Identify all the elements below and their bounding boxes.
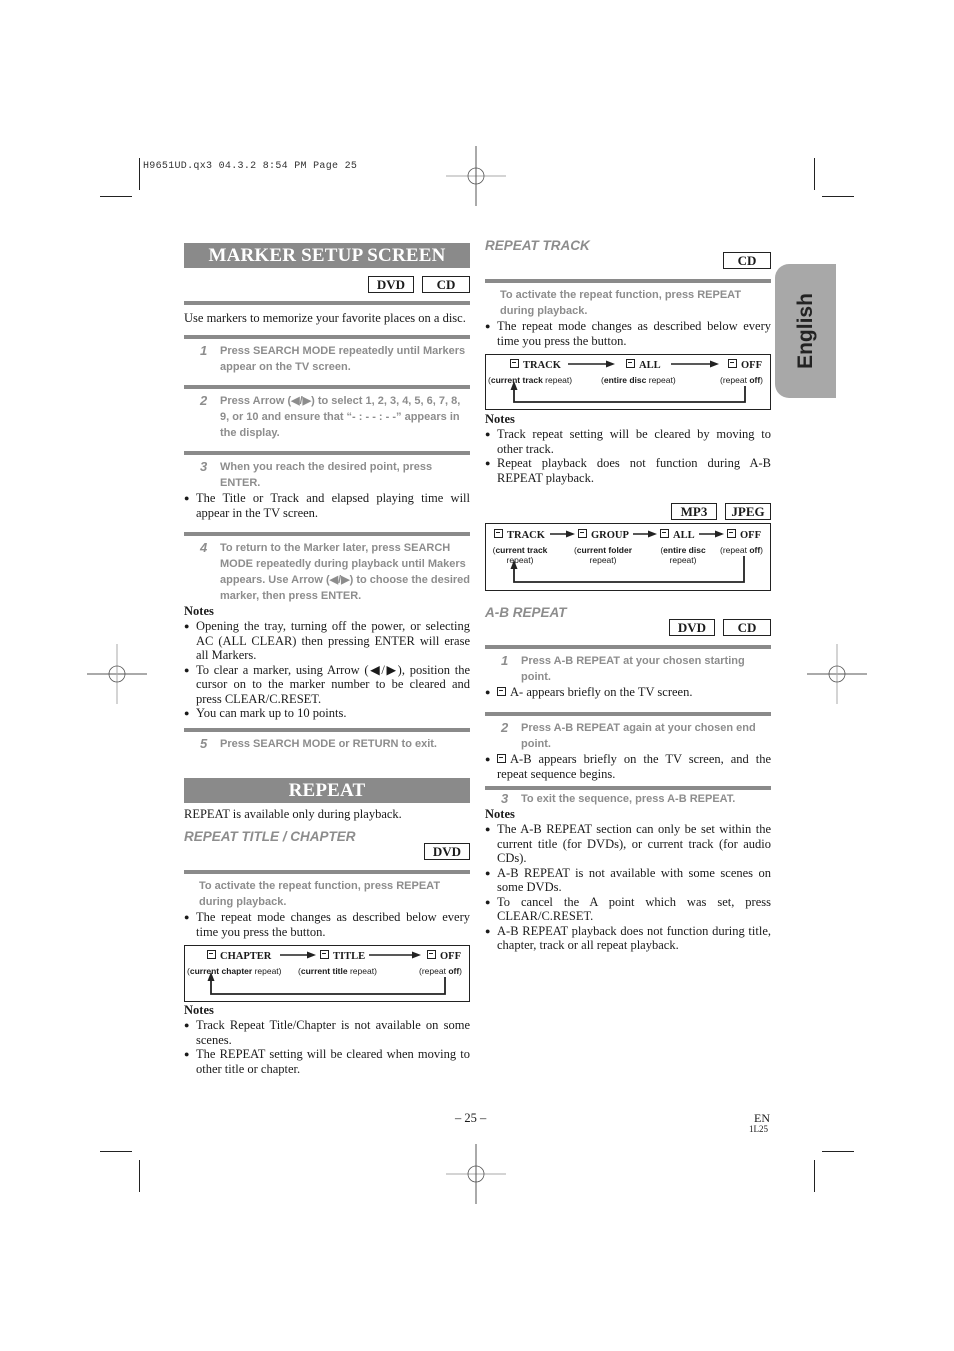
- divider: [184, 335, 470, 339]
- divider: [485, 786, 771, 790]
- bullet-item: ● A-B appears briefly on the TV screen, a…: [485, 752, 771, 781]
- marker-step-5: 5 Press SEARCH MODE or RETURN to exit.: [200, 736, 437, 751]
- crop-mark: [814, 1160, 815, 1192]
- badge-jpeg: JPEG: [725, 503, 771, 520]
- badge-cd: CD: [723, 252, 771, 269]
- section-title-repeat: REPEAT: [184, 778, 470, 803]
- divider: [184, 532, 470, 536]
- repeat-icon: [497, 687, 506, 696]
- ab-step-3: 3 To exit the sequence, press A-B REPEAT.: [501, 791, 736, 806]
- registration-mark-icon: [446, 1144, 506, 1204]
- repeat-title-chapter-diagram: CHAPTER TITLE OFF (current chapter repea…: [184, 945, 470, 1002]
- repeat-track-diagram: TRACK ALL OFF (current track repeat) (en…: [485, 354, 771, 410]
- crop-mark: [814, 158, 815, 190]
- registration-mark-icon: [87, 644, 147, 704]
- marker-step-1: 1 Press SEARCH MODE repeatedly until Mark…: [200, 343, 466, 373]
- right-column: REPEAT TRACK CD To activate the repeat f…: [485, 238, 771, 953]
- note-item: ● Track Repeat Title/Chapter is not avail…: [184, 1018, 470, 1047]
- marker-intro: Use markers to memorize your favorite pl…: [184, 311, 466, 325]
- repeat-track-instruction: To activate the repeat function, press R…: [500, 289, 742, 317]
- ab-step-2: 2 Press A-B REPEAT again at your chosen e…: [501, 720, 756, 750]
- divider: [184, 728, 470, 732]
- notes-heading: Notes: [184, 1003, 214, 1017]
- badge-cd: CD: [422, 276, 470, 293]
- bullet-item: ● The repeat mode changes as described be…: [184, 910, 470, 939]
- note-item: ● To clear a marker, using Arrow (◀/▶), p…: [184, 662, 470, 706]
- language-tab: English: [775, 264, 836, 398]
- note-item: ● A-B REPEAT playback does not function d…: [485, 923, 771, 953]
- section-title-marker-setup: MARKER SETUP SCREEN: [184, 243, 470, 268]
- notes-heading: Notes: [485, 807, 515, 821]
- divider: [184, 870, 470, 874]
- note-item: ● Opening the tray, turning off the power…: [184, 619, 470, 662]
- subsection-title: REPEAT TRACK: [485, 238, 590, 253]
- crop-mark: [100, 1151, 132, 1152]
- notes-heading: Notes: [184, 604, 214, 618]
- cycle-arrows: [510, 530, 745, 583]
- note-item: ● To cancel the A point which was set, pr…: [485, 894, 771, 924]
- marker-step-4: 4 To return to the Marker later, press SE…: [200, 540, 471, 602]
- badge-dvd: DVD: [368, 276, 414, 293]
- page-number: – 25 –: [455, 1111, 487, 1125]
- crop-mark: [822, 196, 854, 197]
- bullet-item: ● A- appears briefly on the TV screen.: [485, 685, 693, 699]
- left-column: MARKER SETUP SCREEN DVD CD Use markers t…: [184, 243, 470, 1076]
- divider: [485, 279, 771, 283]
- bullet-item: ● The Title or Track and elapsed playing …: [184, 491, 470, 520]
- bullet-item: ● The repeat mode changes as described be…: [485, 319, 771, 348]
- document-code: 1L25: [749, 1124, 768, 1134]
- note-item: ● The REPEAT setting will be cleared when…: [184, 1047, 470, 1076]
- divider: [485, 645, 771, 649]
- marker-step-3: 3 When you reach the desired point, press…: [200, 459, 433, 489]
- divider: [184, 451, 470, 455]
- subsection-title: A-B REPEAT: [485, 605, 567, 620]
- divider: [184, 301, 470, 305]
- note-item: ● The A-B REPEAT section can only be set …: [485, 822, 771, 865]
- print-job-header: H9651UD.qx3 04.3.2 8:54 PM Page 25: [143, 161, 358, 172]
- note-item: ● Track repeat setting will be cleared by…: [485, 427, 771, 456]
- cycle-arrows: [510, 360, 746, 403]
- divider: [485, 712, 771, 716]
- repeat-instruction: To activate the repeat function, press R…: [199, 880, 441, 908]
- disc-badges: DVD CD: [485, 619, 771, 636]
- disc-badges: CD: [485, 252, 771, 269]
- disc-badges: DVD: [184, 843, 470, 860]
- repeat-icon: [497, 754, 506, 763]
- mp3-jpeg-repeat-diagram: TRACK GROUP ALL OFF (current track repeat…: [485, 523, 771, 591]
- note-item: ● Repeat playback does not function durin…: [485, 456, 771, 485]
- divider: [184, 385, 470, 389]
- note-item: ● You can mark up to 10 points.: [184, 706, 347, 720]
- badge-dvd: DVD: [669, 619, 715, 636]
- crop-mark: [100, 196, 132, 197]
- cycle-arrows: [207, 951, 446, 995]
- disc-badges: MP3 JPEG: [485, 503, 771, 520]
- subsection-title: REPEAT TITLE / CHAPTER: [184, 829, 356, 844]
- marker-step-2: 2 Press Arrow (◀/▶) to select 1, 2, 3, 4,…: [200, 393, 461, 439]
- ab-step-1: 1 Press A-B REPEAT at your chosen startin…: [501, 653, 745, 683]
- notes-heading: Notes: [485, 412, 515, 426]
- registration-mark-icon: [446, 146, 506, 206]
- badge-cd: CD: [723, 619, 771, 636]
- registration-mark-icon: [807, 644, 867, 704]
- badge-mp3: MP3: [671, 503, 717, 520]
- language-tab-label: English: [793, 293, 817, 369]
- note-item: ● A-B REPEAT is not available with some s…: [485, 865, 771, 895]
- badge-dvd: DVD: [424, 843, 470, 860]
- crop-mark: [822, 1151, 854, 1152]
- crop-mark: [139, 158, 140, 190]
- crop-mark: [139, 1160, 140, 1192]
- disc-badges: DVD CD: [184, 276, 470, 293]
- repeat-intro: REPEAT is available only during playback…: [184, 807, 402, 821]
